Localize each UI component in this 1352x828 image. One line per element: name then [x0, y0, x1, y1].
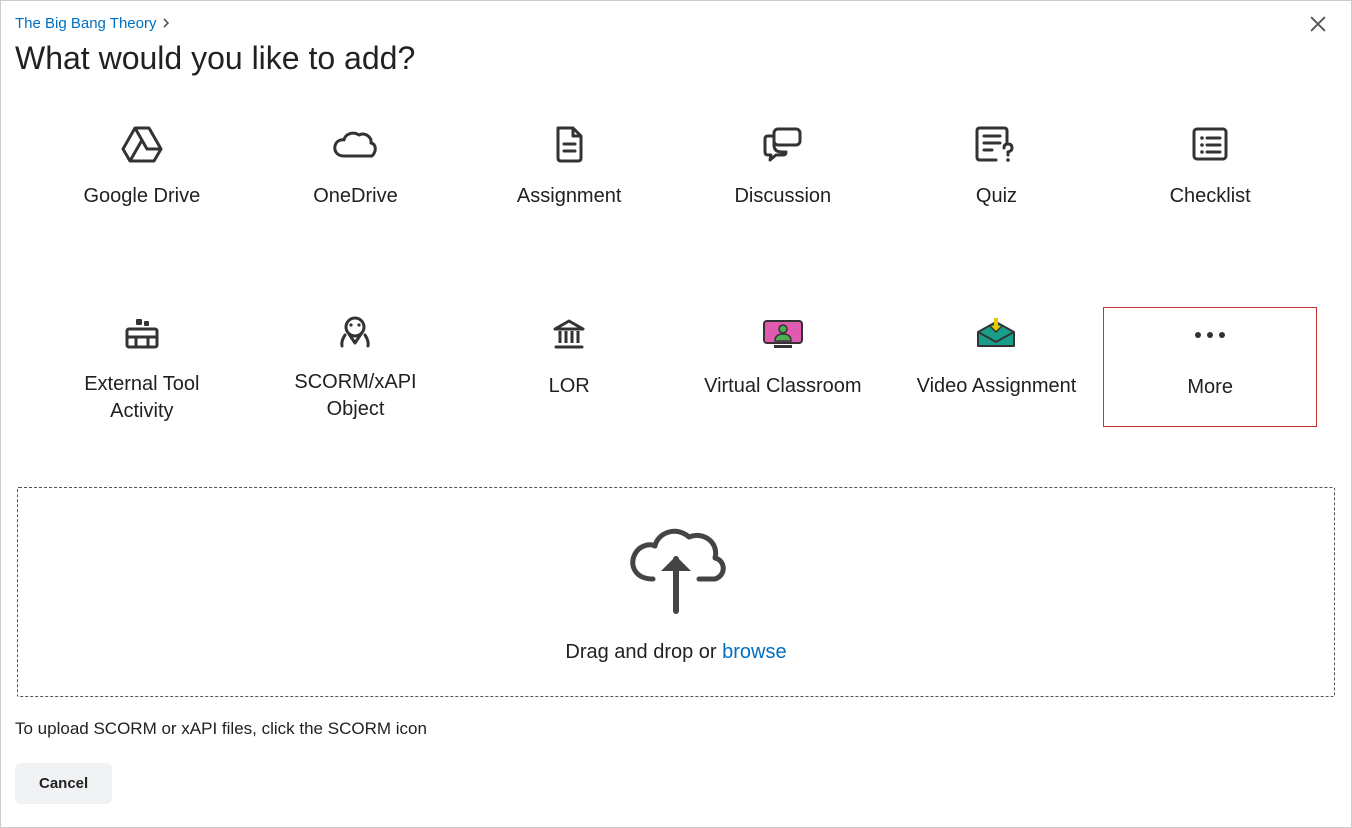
breadcrumb-course-link[interactable]: The Big Bang Theory [15, 15, 156, 32]
browse-link[interactable]: browse [722, 641, 786, 663]
tile-label: Quiz [976, 183, 1017, 210]
tile-quiz[interactable]: Quiz [890, 117, 1104, 237]
page-title: What would you like to add? [15, 40, 1337, 77]
more-icon [1188, 316, 1232, 354]
discussion-icon [760, 125, 806, 163]
onedrive-icon [332, 125, 378, 163]
tile-label: Google Drive [83, 183, 200, 210]
file-dropzone[interactable]: Drag and drop or browse [17, 487, 1335, 697]
tile-google-drive[interactable]: Google Drive [35, 117, 249, 237]
tile-label: External Tool Activity [57, 371, 227, 425]
tile-virtual-classroom[interactable]: Virtual Classroom [676, 307, 890, 427]
tile-label: Assignment [517, 183, 622, 210]
tile-checklist[interactable]: Checklist [1103, 117, 1317, 237]
cancel-button[interactable]: Cancel [15, 763, 112, 804]
tile-label: OneDrive [313, 183, 397, 210]
tile-external-tool[interactable]: External Tool Activity [35, 307, 249, 427]
dropzone-text: Drag and drop or browse [565, 641, 786, 664]
close-button[interactable] [1307, 13, 1329, 40]
tile-discussion[interactable]: Discussion [676, 117, 890, 237]
content-type-grid: Google Drive OneDrive Assignment [35, 117, 1317, 427]
virtual-classroom-icon [760, 315, 806, 353]
checklist-icon [1190, 125, 1230, 163]
tile-label: LOR [549, 373, 590, 400]
lor-icon [551, 315, 587, 353]
quiz-icon [974, 125, 1018, 163]
scorm-icon [335, 315, 375, 349]
tile-more[interactable]: More [1103, 307, 1317, 427]
external-tool-icon [122, 315, 162, 351]
tile-label: Virtual Classroom [704, 373, 861, 400]
tile-label: More [1187, 374, 1233, 401]
breadcrumb: The Big Bang Theory [15, 15, 1337, 32]
tile-assignment[interactable]: Assignment [462, 117, 676, 237]
tile-label: Video Assignment [917, 373, 1077, 400]
tile-label: Discussion [734, 183, 831, 210]
tile-scorm[interactable]: SCORM/xAPI Object [249, 307, 463, 427]
tile-lor[interactable]: LOR [462, 307, 676, 427]
upload-cloud-icon [621, 521, 731, 617]
add-content-modal: The Big Bang Theory What would you like … [0, 0, 1352, 828]
google-drive-icon [120, 125, 164, 163]
assignment-icon [551, 125, 587, 163]
dropzone-prefix: Drag and drop or [565, 641, 722, 663]
scorm-help-text: To upload SCORM or xAPI files, click the… [15, 719, 1337, 739]
tile-onedrive[interactable]: OneDrive [249, 117, 463, 237]
tile-label: Checklist [1170, 183, 1251, 210]
close-icon [1307, 13, 1329, 35]
chevron-right-icon [162, 17, 170, 31]
video-assignment-icon [973, 315, 1019, 353]
tile-video-assignment[interactable]: Video Assignment [890, 307, 1104, 427]
tile-label: SCORM/xAPI Object [270, 369, 440, 423]
